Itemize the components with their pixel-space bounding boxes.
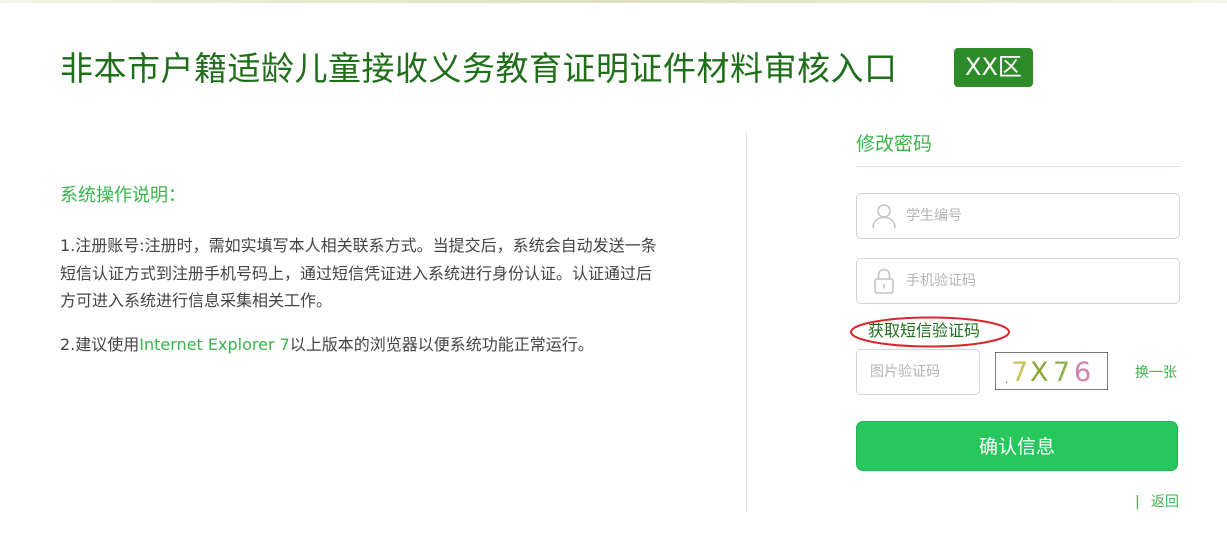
svg-text:6: 6: [1074, 357, 1091, 388]
instructions-title: 系统操作说明：: [60, 185, 186, 206]
district-badge: XX区: [954, 48, 1033, 87]
lock-icon: [874, 268, 894, 294]
browser-name-highlight: Internet Explorer 7: [139, 335, 290, 354]
vertical-divider: [746, 133, 747, 512]
sms-code-field[interactable]: [856, 258, 1180, 304]
student-id-input[interactable]: [906, 194, 1169, 238]
link-separator: |: [1135, 494, 1140, 510]
form-title-underline: [856, 166, 1181, 167]
captcha-input[interactable]: [870, 350, 973, 394]
get-sms-code-link[interactable]: 获取短信验证码: [868, 319, 980, 343]
instruction-item-2: 2.建议使用Internet Explorer 7以上版本的浏览器以便系统功能正…: [60, 331, 660, 359]
confirm-button[interactable]: 确认信息: [856, 421, 1178, 471]
instruction-item-2-prefix: 2.建议使用: [60, 335, 140, 354]
student-id-field[interactable]: [856, 193, 1180, 239]
back-link[interactable]: 返回: [1151, 491, 1179, 513]
form-title: 修改密码: [856, 133, 933, 155]
instruction-item-2-suffix: 以上版本的浏览器以便系统功能正常运行。: [289, 335, 594, 354]
refresh-captcha-link[interactable]: 换一张: [1135, 362, 1177, 384]
sms-code-input[interactable]: [906, 259, 1169, 303]
svg-text:.: .: [1005, 375, 1008, 386]
captcha-field[interactable]: [856, 349, 980, 395]
captcha-image[interactable]: . 7 X 7 6: [995, 352, 1108, 390]
svg-text:7: 7: [1053, 357, 1070, 388]
svg-text:7: 7: [1011, 357, 1028, 388]
user-icon: [872, 204, 896, 229]
page-title: 非本市户籍适龄儿童接收义务教育证明证件材料审核入口: [60, 49, 898, 88]
instruction-item-1: 1.注册账号:注册时，需如实填写本人相关联系方式。当提交后，系统会自动发送一条短…: [60, 236, 657, 310]
svg-text:X: X: [1030, 357, 1049, 388]
top-border: [0, 0, 1227, 3]
